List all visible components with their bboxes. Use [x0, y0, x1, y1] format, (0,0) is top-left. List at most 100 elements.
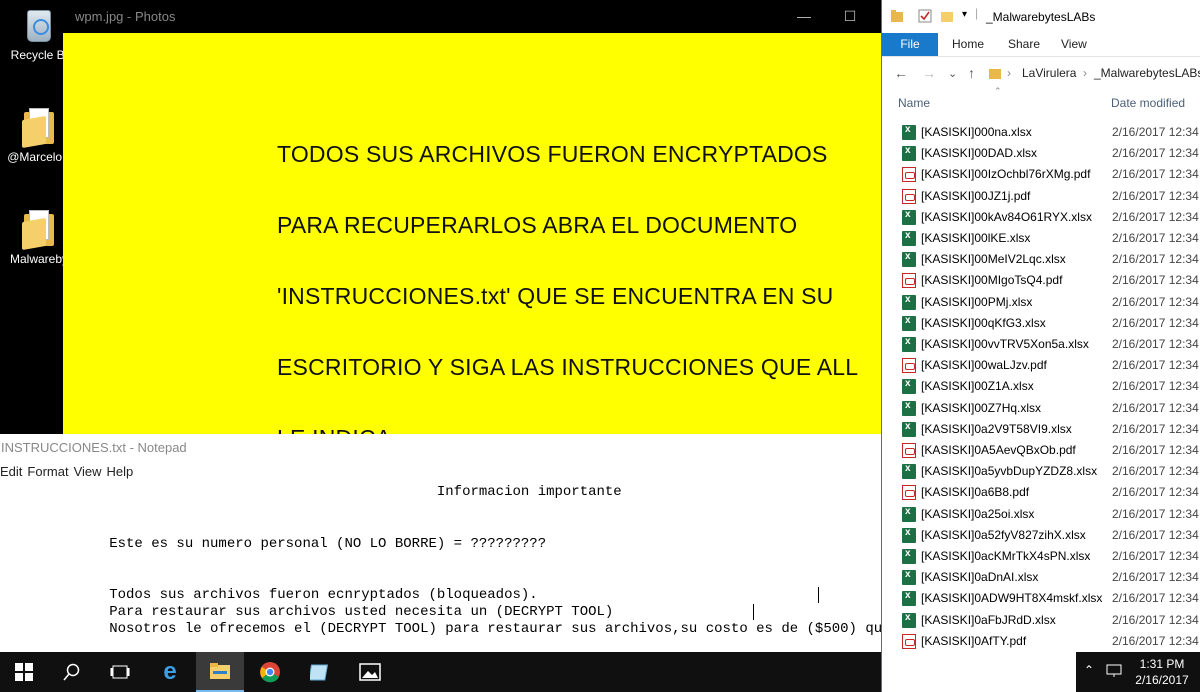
pdf-file-icon	[902, 167, 916, 183]
minimize-button[interactable]: —	[781, 0, 827, 33]
file-date-modified: 2/16/2017 12:34	[1112, 273, 1199, 288]
menu-format[interactable]: Format	[27, 464, 68, 479]
file-name: [KASISKI]00Z1A.xlsx	[921, 379, 1034, 394]
clock-date[interactable]: 2/16/2017	[1126, 673, 1198, 687]
breadcrumb-item[interactable]: LaVirulera	[1022, 66, 1076, 80]
column-header: Name ⌃ Date modified	[882, 86, 1200, 118]
photos-icon	[359, 663, 381, 681]
back-arrow-icon[interactable]: ←	[894, 65, 908, 81]
excel-file-icon	[902, 230, 916, 246]
text-caret	[818, 587, 819, 603]
task-view-button[interactable]	[96, 652, 144, 692]
chevron-down-icon[interactable]: ⌄	[948, 67, 957, 80]
file-row[interactable]: [KASISKI]00vvTRV5Xon5a.xlsx 2/16/2017 12:…	[882, 334, 1200, 355]
file-date-modified: 2/16/2017 12:34	[1112, 146, 1199, 161]
file-row[interactable]: [KASISKI]0ADW9HT8X4mskf.xlsx 2/16/2017 12…	[882, 588, 1200, 609]
clock-time[interactable]: 1:31 PM	[1126, 657, 1198, 671]
folder-icon	[891, 10, 903, 22]
file-row[interactable]: [KASISKI]00kAv84O61RYX.xlsx 2/16/2017 12:…	[882, 207, 1200, 228]
excel-file-icon	[902, 590, 916, 607]
file-row[interactable]: [KASISKI]0A5AevQBxOb.pdf 2/16/2017 12:34	[882, 440, 1200, 461]
file-row[interactable]: [KASISKI]0AfTY.pdf 2/16/2017 12:34	[882, 631, 1200, 652]
excel-file-icon	[902, 569, 916, 586]
maximize-button[interactable]: ☐	[827, 0, 873, 33]
photos-title-app: Photos	[134, 9, 176, 24]
file-row[interactable]: [KASISKI]0a6B8.pdf 2/16/2017 12:34	[882, 482, 1200, 503]
photos-button[interactable]	[346, 652, 394, 692]
chevron-up-icon[interactable]: ⌃	[1084, 663, 1094, 677]
file-explorer-button[interactable]	[196, 652, 244, 692]
file-row[interactable]: [KASISKI]0acKMrTkX4sPN.xlsx 2/16/2017 12:…	[882, 546, 1200, 567]
menu-help[interactable]: Help	[107, 464, 134, 479]
chrome-button[interactable]	[246, 652, 294, 692]
excel-file-icon	[902, 421, 916, 437]
file-name: [KASISKI]0A5AevQBxOb.pdf	[921, 443, 1076, 457]
file-date-modified: 2/16/2017 12:34	[1112, 125, 1199, 139]
up-arrow-icon[interactable]: ↑	[968, 65, 975, 81]
new-folder-icon[interactable]	[940, 9, 954, 23]
file-row[interactable]: [KASISKI]00IzOchbl76rXMg.pdf 2/16/2017 12…	[882, 164, 1200, 185]
file-row[interactable]: [KASISKI]0aFbJRdD.xlsx 2/16/2017 12:34	[882, 610, 1200, 631]
properties-icon[interactable]	[918, 9, 932, 23]
start-icon	[15, 663, 33, 681]
tab-file[interactable]: File	[882, 33, 938, 56]
tab-view[interactable]: View	[1061, 33, 1087, 56]
file-row[interactable]: [KASISKI]0a52fyV827zihX.xlsx 2/16/2017 12…	[882, 525, 1200, 546]
file-row[interactable]: [KASISKI]00qKfG3.xlsx 2/16/2017 12:34	[882, 313, 1200, 334]
file-name: [KASISKI]00qKfG3.xlsx	[921, 315, 1046, 330]
file-row[interactable]: [KASISKI]0a5yvbDupYZDZ8.xlsx 2/16/2017 12…	[882, 461, 1200, 482]
file-row[interactable]: [KASISKI]00MIgoTsQ4.pdf 2/16/2017 12:34	[882, 270, 1200, 291]
notepad-icon	[310, 664, 329, 681]
notepad-text-area[interactable]: Informacion importante Este es su numero…	[0, 482, 881, 652]
file-row[interactable]: [KASISKI]0a2V9T58VI9.xlsx 2/16/2017 12:34	[882, 419, 1200, 440]
file-row[interactable]: [KASISKI]00JZ1j.pdf 2/16/2017 12:34	[882, 186, 1200, 207]
chevron-down-icon[interactable]: ▾	[962, 9, 967, 20]
file-row[interactable]: [KASISKI]00DAD.xlsx 2/16/2017 12:34	[882, 143, 1200, 164]
excel-file-icon	[902, 251, 916, 268]
forward-arrow-icon[interactable]: →	[922, 65, 936, 81]
file-date-modified: 2/16/2017 12:34	[1112, 379, 1199, 394]
file-date-modified: 2/16/2017 12:34	[1112, 400, 1199, 415]
file-row[interactable]: [KASISKI]00PMj.xlsx 2/16/2017 12:34	[882, 292, 1200, 313]
file-row[interactable]: [KASISKI]00lKE.xlsx 2/16/2017 12:34	[882, 228, 1200, 249]
file-date-modified: 2/16/2017 12:34	[1112, 337, 1199, 351]
file-name: [KASISKI]00MIgoTsQ4.pdf	[921, 273, 1063, 288]
search-button[interactable]	[48, 652, 96, 692]
explorer-window-title: _MalwarebytesLABs	[986, 10, 1096, 24]
file-row[interactable]: [KASISKI]0aDnAI.xlsx 2/16/2017 12:34	[882, 567, 1200, 588]
text-line: Informacion importante	[0, 484, 622, 500]
toolbar-divider: |	[975, 6, 979, 20]
file-row[interactable]: [KASISKI]0a25oi.xlsx 2/16/2017 12:34	[882, 504, 1200, 525]
tab-share[interactable]: Share	[1008, 33, 1040, 56]
menu-edit[interactable]: Edit	[0, 464, 22, 479]
file-row[interactable]: [KASISKI]00waLJzv.pdf 2/16/2017 12:34	[882, 355, 1200, 376]
text-line: Nosotros le ofrecemos el (DECRYPT TOOL) …	[0, 621, 881, 637]
file-name: [KASISKI]00Z7Hq.xlsx	[921, 400, 1042, 415]
network-icon[interactable]	[1106, 664, 1122, 678]
tab-home[interactable]: Home	[952, 33, 984, 56]
file-explorer-icon	[210, 663, 230, 679]
menu-view[interactable]: View	[74, 464, 102, 479]
file-row[interactable]: [KASISKI]00Z1A.xlsx 2/16/2017 12:34	[882, 376, 1200, 397]
file-date-modified: 2/16/2017 12:34	[1112, 315, 1199, 330]
file-row[interactable]: [KASISKI]00MeIV2Lqc.xlsx 2/16/2017 12:34	[882, 249, 1200, 270]
file-date-modified: 2/16/2017 12:34	[1112, 485, 1199, 500]
column-name[interactable]: Name	[898, 96, 930, 110]
quick-access-toolbar: ▾ | _MalwarebytesLABs	[882, 0, 1200, 33]
file-date-modified: 2/16/2017 12:34	[1112, 464, 1199, 479]
breadcrumb-item[interactable]: _MalwarebytesLABs	[1094, 66, 1200, 80]
file-date-modified: 2/16/2017 12:34	[1112, 443, 1199, 457]
file-row[interactable]: [KASISKI]000na.xlsx 2/16/2017 12:34	[882, 122, 1200, 143]
folder-icon	[22, 106, 56, 149]
excel-file-icon	[902, 463, 916, 480]
excel-file-icon	[902, 506, 916, 522]
column-date-modified[interactable]: Date modified	[1111, 96, 1185, 110]
start-button[interactable]	[0, 652, 48, 692]
excel-file-icon	[902, 548, 916, 564]
notepad-button[interactable]	[296, 652, 344, 692]
edge-button[interactable]: e	[146, 652, 194, 692]
file-row[interactable]: [KASISKI]00Z7Hq.xlsx 2/16/2017 12:34	[882, 398, 1200, 419]
chrome-icon	[260, 662, 280, 683]
pdf-file-icon	[902, 273, 916, 289]
notepad-title: INSTRUCCIONES.txt - Notepad	[1, 440, 187, 455]
